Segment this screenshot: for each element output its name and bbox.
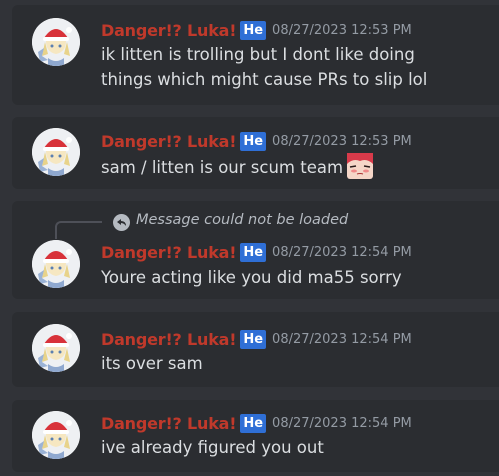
message-content: ive already figured you out: [101, 435, 324, 460]
message-line: ik litten is trolling but I dont like do…: [101, 45, 415, 64]
username[interactable]: Danger!? Luka!: [101, 414, 237, 433]
message-line: its over sam: [101, 354, 203, 373]
timestamp[interactable]: 08/27/2023 12:54 PM: [272, 332, 412, 347]
avatar[interactable]: [32, 240, 80, 288]
pronoun-badge: He: [240, 131, 267, 151]
username[interactable]: Danger!? Luka!: [101, 330, 237, 349]
timestamp[interactable]: 08/27/2023 12:53 PM: [272, 134, 412, 149]
username[interactable]: Danger!? Luka!: [101, 243, 237, 262]
message-content: its over sam: [101, 351, 203, 376]
avatar[interactable]: [32, 324, 80, 372]
message-content: Youre acting like you did ma55 sorry: [101, 265, 402, 290]
message-line: ive already figured you out: [101, 438, 324, 457]
avatar[interactable]: [32, 18, 80, 66]
timestamp[interactable]: 08/27/2023 12:54 PM: [272, 416, 412, 431]
avatar-image: [32, 18, 80, 66]
reply-icon: [113, 214, 130, 231]
username[interactable]: Danger!? Luka!: [101, 21, 237, 40]
avatar-image: [32, 324, 80, 372]
message[interactable]: Danger!? Luka! He 08/27/2023 12:53 PM sa…: [12, 117, 499, 189]
pronoun-badge: He: [240, 242, 267, 262]
message-content: ik litten is trolling but I dont like do…: [101, 42, 427, 92]
pronoun-badge: He: [240, 413, 267, 433]
avatar-image: [32, 240, 80, 288]
timestamp[interactable]: 08/27/2023 12:54 PM: [272, 245, 412, 260]
username[interactable]: Danger!? Luka!: [101, 132, 237, 151]
message-content: sam / litten is our scum team: [101, 153, 374, 180]
message-line: sam / litten is our scum team: [101, 158, 344, 177]
pronoun-badge: He: [240, 329, 267, 349]
reply-connector: [55, 221, 102, 239]
avatar-image: [32, 411, 80, 459]
message[interactable]: Danger!? Luka! He 08/27/2023 12:54 PM iv…: [12, 400, 499, 472]
avatar[interactable]: [32, 128, 80, 176]
timestamp[interactable]: 08/27/2023 12:53 PM: [272, 23, 412, 38]
flushed-anime-girl-emoji[interactable]: [347, 153, 374, 179]
avatar-image: [32, 128, 80, 176]
message[interactable]: Danger!? Luka! He 08/27/2023 12:54 PM it…: [12, 312, 499, 387]
message-line: Youre acting like you did ma55 sorry: [101, 268, 402, 287]
reply-preview[interactable]: Message could not be loaded: [136, 212, 348, 228]
avatar[interactable]: [32, 411, 80, 459]
message[interactable]: Message could not be loaded Danger!? Luk…: [12, 201, 499, 299]
message[interactable]: Danger!? Luka! He 08/27/2023 12:53 PM ik…: [12, 5, 499, 105]
pronoun-badge: He: [240, 20, 267, 40]
message-line: things which might cause PRs to slip lol: [101, 70, 428, 89]
